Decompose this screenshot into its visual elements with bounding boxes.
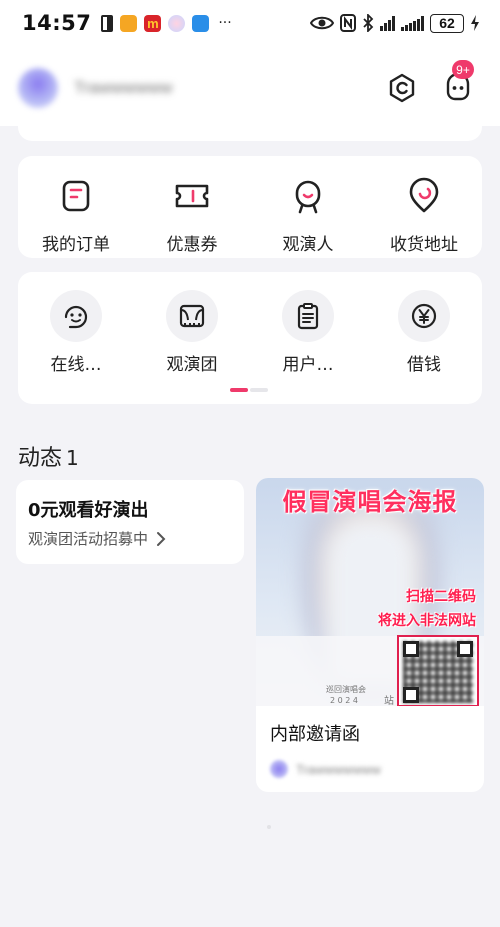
theater-group-label: 观演团 [166,355,218,375]
weather-app-icon [192,14,210,32]
page-dot-active [230,388,248,392]
battery-indicator: 62 [430,13,464,33]
eye-icon [310,16,334,30]
promo-card[interactable]: 0元观看好演出 观演团活动招募中 [16,480,244,564]
feed-count: 1 [66,446,79,470]
author-name: Trawwwwwww [296,761,381,777]
loan-label: 借钱 [407,355,441,375]
user-feedback-label: 用户… [282,355,334,375]
attendees-item[interactable]: 观演人 [250,170,366,255]
chevron-right-icon [157,531,166,546]
profile-header: Trawwwwww [0,46,500,126]
username[interactable]: Trawwwwww [74,78,173,98]
address-label: 收货地址 [390,235,458,255]
coupons-label: 优惠券 [166,235,218,255]
notification-badge: 9+ [452,60,474,79]
post-title: 内部邀请函 [270,724,360,745]
promo-subtitle-row: 观演团活动招募中 [28,528,232,549]
clipboard-icon [297,303,319,330]
qr-corner [403,641,419,657]
status-bar: 14:57 m ··· 62 [0,0,500,46]
poster-warning-1: 扫描二维码 [406,589,476,605]
mcdonalds-icon: m [144,14,162,32]
status-indicators: 62 [310,13,480,33]
app-icon-yellow [120,14,138,32]
charging-icon [471,15,479,31]
poster-small-text-1: 巡回演唱会 [326,685,366,694]
feed-title: 动态 [18,446,63,471]
top-card-edge [18,118,482,141]
author-avatar [270,760,288,778]
yen-icon [411,303,437,329]
address-item[interactable]: 收货地址 [366,170,482,255]
coupons-item[interactable]: 优惠券 [134,170,250,255]
chat-service-icon [64,305,88,329]
app-icon-pastel [168,14,186,32]
post-author[interactable]: Trawwwwwww [256,746,484,778]
page-dot [250,388,268,392]
nfc-icon [340,14,356,32]
feed-section-title: 动态 1 [18,440,79,472]
theater-group-icon [179,304,205,328]
poster-warning-2: 将进入非法网站 [378,613,476,629]
promo-title: 0元观看好演出 [28,500,149,521]
signal-icon-2 [401,15,424,31]
coupon-icon [175,184,209,208]
poster-headline: 假冒演唱会海报 [282,488,458,516]
my-orders-item[interactable]: 我的订单 [18,170,134,255]
online-service-item[interactable]: 在线… [18,290,134,375]
attendees-label: 观演人 [282,235,334,255]
post-poster-image: 假冒演唱会海报 扫描二维码 将进入非法网站 巡回演唱会 2 0 2 4 站 [256,478,484,706]
order-icon [62,180,90,212]
qr-corner [403,687,419,703]
status-time: 14:57 [22,11,92,35]
promo-subtitle: 观演团活动招募中 [28,530,149,548]
signal-icon [380,15,395,31]
post-card[interactable]: 假冒演唱会海报 扫描二维码 将进入非法网站 巡回演唱会 2 0 2 4 站 内部… [256,478,484,792]
decorative-dot [267,825,271,829]
qr-code-highlight [397,635,479,706]
quick-actions-card: 我的订单 优惠券 观演人 收货地址 [18,156,482,258]
qr-corner [457,641,473,657]
services-card: 在线… 观演团 用户… 借钱 [18,272,482,404]
poster-small-text-2: 2 0 2 4 [330,696,358,705]
avatar[interactable] [18,68,58,108]
book-icon [101,14,114,32]
location-icon [409,177,439,213]
attendee-icon [295,180,321,214]
loan-item[interactable]: 借钱 [366,290,482,375]
bluetooth-icon [363,14,374,32]
theater-group-item[interactable]: 观演团 [134,290,250,375]
user-feedback-item[interactable]: 用户… [250,290,366,375]
status-app-icons: m ··· [101,14,232,32]
online-service-label: 在线… [50,355,102,375]
my-orders-label: 我的订单 [42,235,110,255]
poster-small-text-3: 站 [384,696,394,706]
more-notifications-icon: ··· [218,15,232,31]
settings-hexagon-icon[interactable] [386,72,418,104]
page-indicator [230,388,268,392]
